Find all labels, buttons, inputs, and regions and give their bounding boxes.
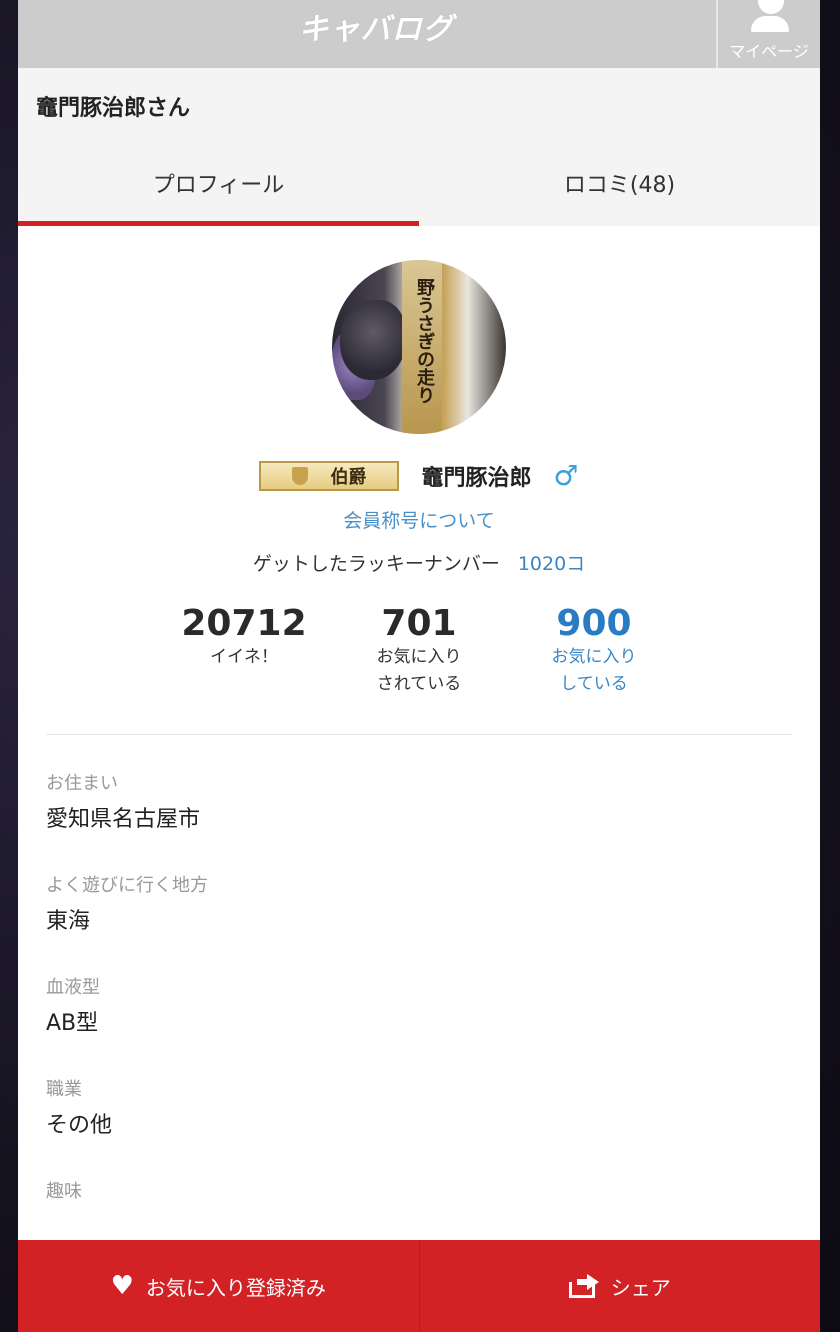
field-key: 趣味 [46,1181,82,1202]
stat-likes: 20712 イイネ！ [157,604,332,698]
favorited-by-count: 701 [381,603,457,644]
lucky-number-label: ゲットしたラッキーナンバー [252,553,500,575]
likes-caption: イイネ！ [210,647,278,667]
avatar-label-text: 野うさぎの走り [414,278,435,404]
user-icon [718,0,820,38]
stat-favorited-by: 701 お気に入り されている [332,604,507,698]
profile-fields: お住まい 愛知県名古屋市 よく遊びに行く地方 東海 血液型 AB型 職業 その他… [18,735,820,1203]
favorited-by-caption: お気に入り されている [376,647,462,694]
lucky-number-count[interactable]: 1020コ [518,553,585,575]
favorites-count[interactable]: 900 [507,604,682,644]
bottom-action-bar: ♥ お気に入り登録済み シェア [18,1240,820,1332]
field-key: よく遊びに行く地方 [46,875,208,896]
field-key: 職業 [46,1079,82,1100]
tab-reviews[interactable]: ロコミ(48) [419,140,820,226]
tab-profile[interactable]: プロフィール [18,140,419,226]
avatar: 野うさぎの走り [332,260,506,434]
mypage-label: マイページ [729,42,809,61]
field-region: よく遊びに行く地方 東海 [46,875,820,937]
field-key: 血液型 [46,977,100,998]
top-bar: キャバログ マイページ [18,0,820,68]
field-blood-type: 血液型 AB型 [46,977,820,1039]
lucky-number-row: ゲットしたラッキーナンバー 1020コ [18,549,820,576]
page-title: 竈門豚治郎さん [18,68,820,140]
app-frame: キャバログ マイページ 竈門豚治郎さん プロフィール ロコミ(48) 野うさぎの… [18,0,820,1332]
field-value: 東海 [46,909,91,934]
profile-section: 野うさぎの走り 伯爵 竈門豚治郎 ♂ 会員称号について ゲットしたラッキーナンバ… [18,226,820,698]
favorite-label: お気に入り登録済み [145,1275,326,1300]
rank-badge: 伯爵 [259,461,400,491]
field-key: お住まい [46,773,118,794]
favorites-caption[interactable]: お気に入り している [507,644,682,698]
field-value: その他 [46,1113,113,1138]
share-button[interactable]: シェア [418,1240,821,1332]
likes-count: 20712 [181,603,307,644]
field-occupation: 職業 その他 [46,1079,820,1141]
heart-icon: ♥ [110,1271,134,1301]
stats-row: 20712 イイネ！ 701 お気に入り されている 900 お気に入り してい… [18,604,820,698]
share-label: シェア [610,1275,671,1300]
profile-tabs: プロフィール ロコミ(48) [18,140,820,226]
name-row: 伯爵 竈門豚治郎 ♂ [18,460,820,492]
rank-label: 伯爵 [330,467,367,488]
member-title-link[interactable]: 会員称号について [18,506,820,533]
field-residence: お住まい 愛知県名古屋市 [46,773,820,835]
favorite-button[interactable]: ♥ お気に入り登録済み [18,1240,419,1332]
user-name: 竈門豚治郎 [421,466,532,491]
shield-icon [292,467,309,485]
mypage-button[interactable]: マイページ [716,0,820,68]
stat-favorites[interactable]: 900 お気に入り している [507,604,682,698]
male-icon: ♂ [553,459,579,492]
share-icon [568,1274,599,1298]
field-value: AB型 [46,1011,99,1036]
site-logo[interactable]: キャバログ [18,4,734,48]
field-hobby: 趣味 [46,1181,820,1203]
field-value: 愛知県名古屋市 [46,807,201,832]
